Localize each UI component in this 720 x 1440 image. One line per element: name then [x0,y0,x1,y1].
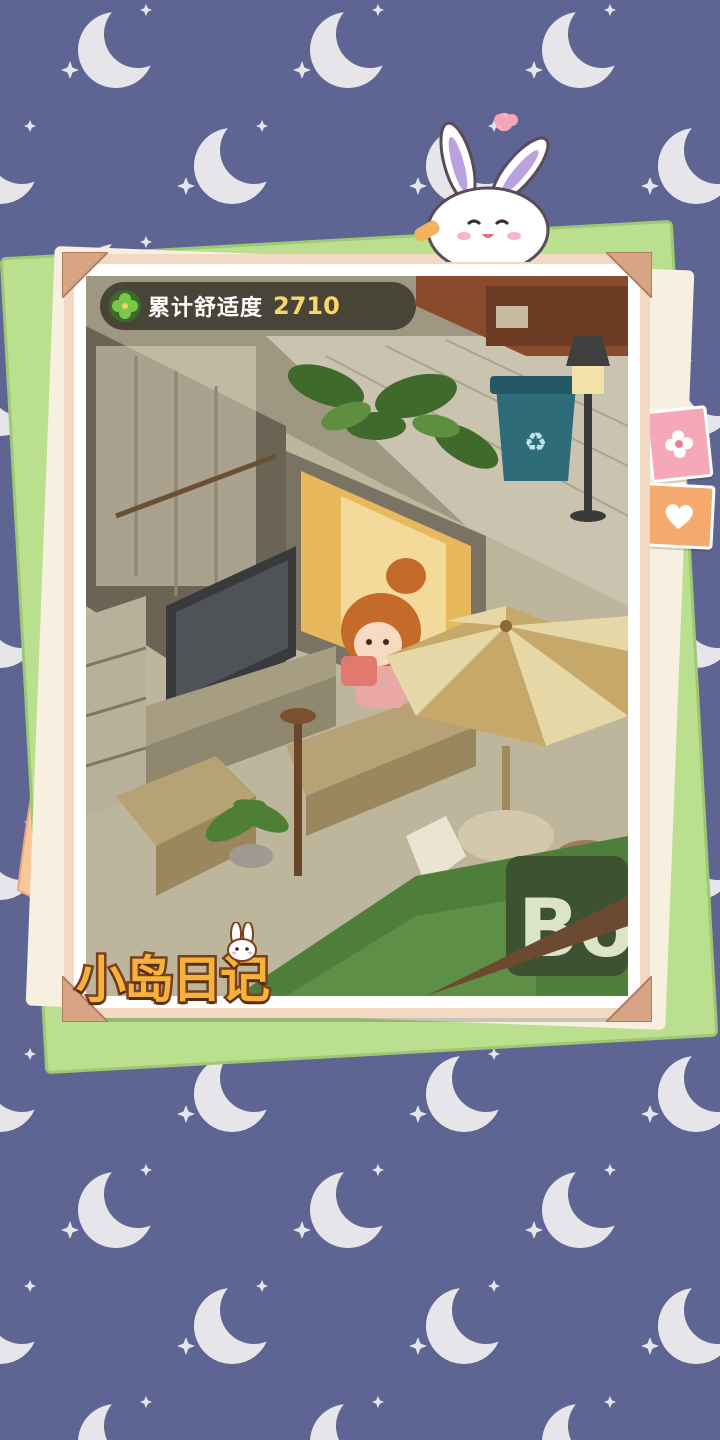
star-icon [293,1221,311,1239]
star-icon [177,177,195,195]
moon-icon [177,116,288,204]
star-icon [525,1221,543,1239]
moon-icon [525,1160,636,1248]
moon-icon [542,1392,636,1440]
comfort-label: 累计舒适度 [148,296,264,321]
moon-icon [61,0,172,88]
star-icon [641,177,659,195]
heart-sticker [642,482,716,550]
game-logo: 小岛日记 [70,922,306,1012]
star-icon [61,61,79,79]
scene-illustration: ♻ [86,276,628,996]
moon-icon [409,1276,520,1364]
flower-sticker-icon [665,430,693,458]
photo-frame: ♻ [64,254,650,1018]
moon-icon [0,116,56,204]
frame-corner-bottom-right [606,976,652,1022]
moon-icon [310,1392,404,1440]
moon-icon [177,1276,288,1364]
recycle-bin-icon: ♻ [490,376,582,481]
star-icon [641,1337,659,1355]
moon-icon [0,1276,56,1364]
moon-icon [409,1044,520,1132]
star-icon [409,1105,427,1123]
star-icon [409,1337,427,1355]
clover-icon [109,290,141,322]
comfort-score-badge: 累计舒适度 2710 [100,282,416,330]
star-icon [61,1221,79,1239]
star-icon [525,61,543,79]
bunny-mascot [404,112,584,262]
moon-icon [641,1044,720,1132]
moon-icon [78,1392,172,1440]
moon-icon [61,1160,172,1248]
moon-icon [525,0,636,88]
heart-sticker-icon [665,504,693,529]
flower-sticker [644,404,714,484]
frame-corner-top-right [606,252,652,298]
comfort-value: 2710 [273,292,340,320]
star-icon [177,1105,195,1123]
moon-icon [293,0,404,88]
star-icon [177,1337,195,1355]
star-icon [293,61,311,79]
svg-text:♻: ♻ [524,428,547,458]
moon-icon [293,1160,404,1248]
game-scene[interactable]: ♻ [86,276,628,996]
star-icon [641,1105,659,1123]
moon-icon [641,1276,720,1364]
bunny-icon [227,922,257,962]
frame-corner-top-left [62,252,108,298]
moon-icon [641,116,720,204]
